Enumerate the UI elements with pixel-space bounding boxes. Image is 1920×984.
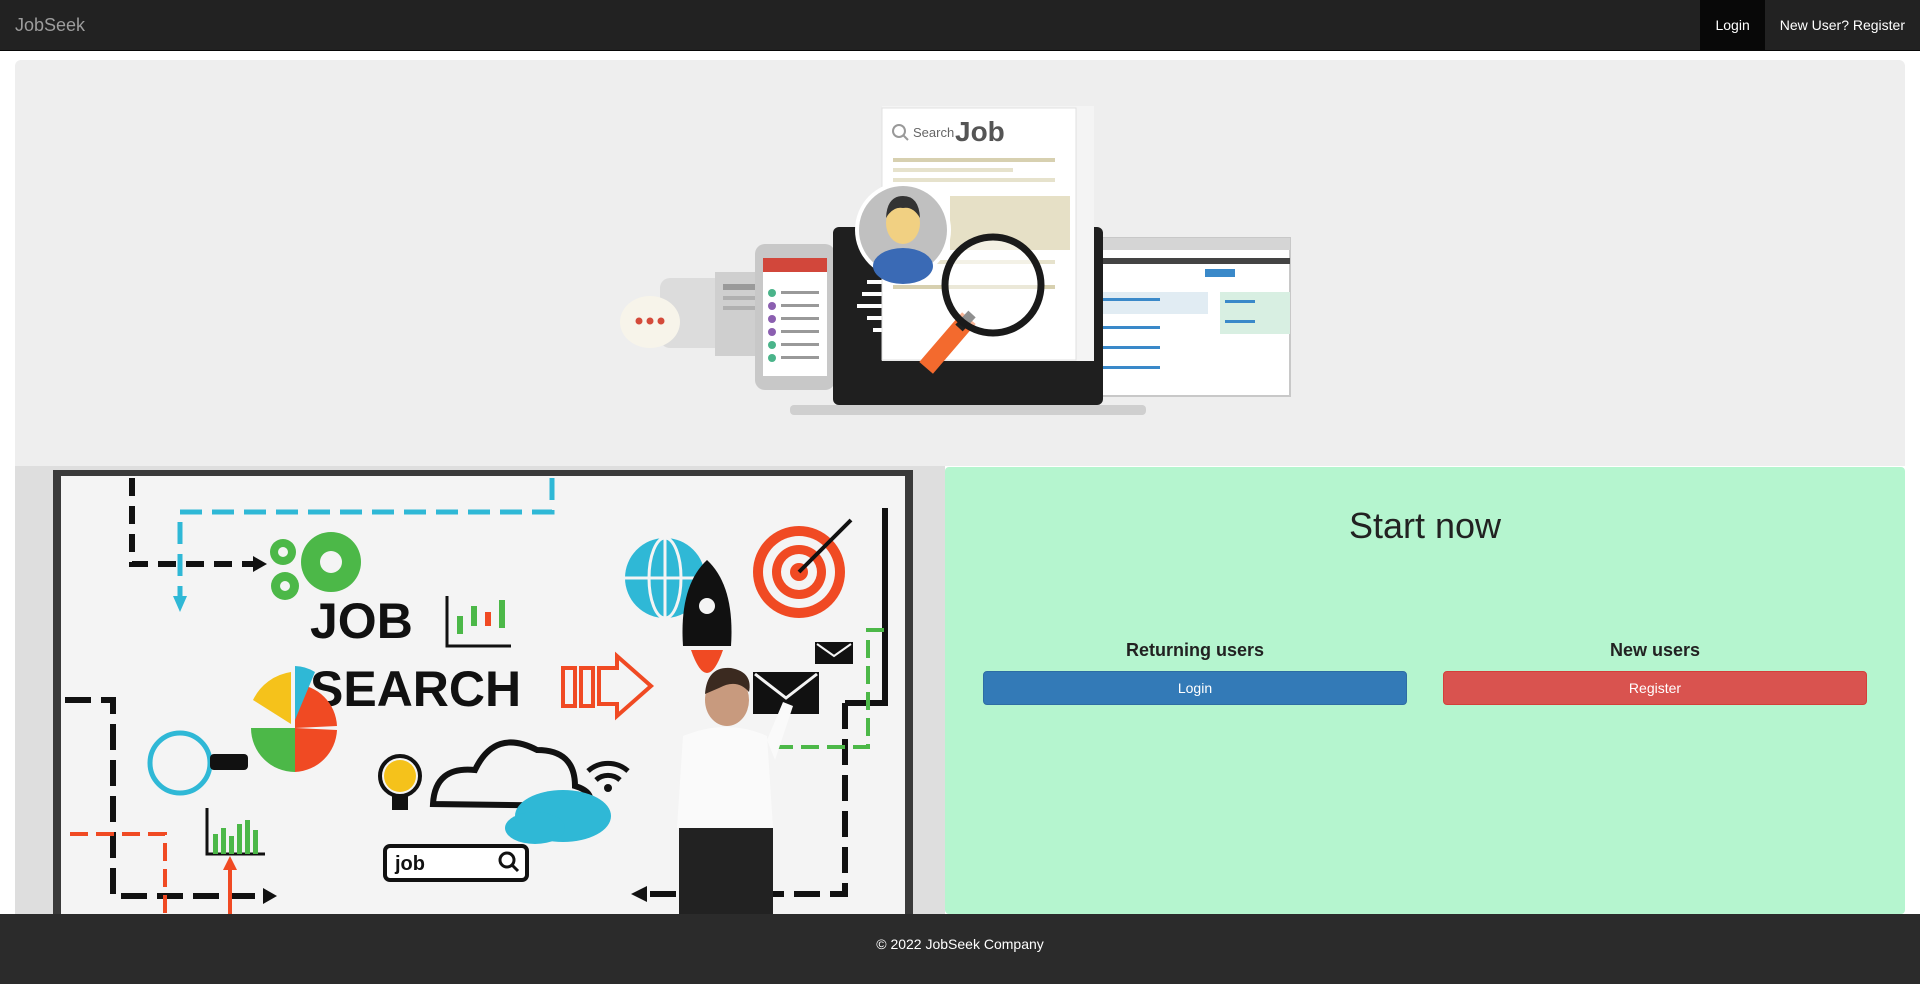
job-search-illustration: Search Job bbox=[620, 106, 1291, 415]
hero-banner: Search Job bbox=[15, 60, 1905, 466]
board-job-text: JOB bbox=[310, 593, 413, 649]
whiteboard-illustration: JOB SEARCH job bbox=[15, 466, 945, 914]
footer-copyright: © 2022 JobSeek Company bbox=[876, 936, 1044, 952]
new-users-section: New users Register bbox=[1443, 640, 1867, 705]
start-now-title: Start now bbox=[1348, 505, 1502, 546]
hero-search-word: Search bbox=[913, 125, 954, 140]
returning-users-section: Returning users Login bbox=[983, 640, 1407, 705]
phone-icon bbox=[755, 244, 835, 390]
browser-window-icon bbox=[1087, 237, 1291, 397]
top-navbar: JobSeek Login New User? Register bbox=[0, 0, 1920, 51]
new-users-heading: New users bbox=[1609, 640, 1701, 660]
returning-users-heading: Returning users bbox=[1125, 640, 1265, 660]
register-button[interactable]: Register bbox=[1443, 671, 1867, 705]
board-search-box-text: job bbox=[394, 853, 425, 875]
nav-login-link[interactable]: Login bbox=[1700, 0, 1765, 50]
nav-register-link[interactable]: New User? Register bbox=[1765, 0, 1920, 50]
start-now-panel: Start now Returning users Login New user… bbox=[945, 467, 1905, 914]
job-search-board-image: JOB SEARCH job bbox=[15, 466, 945, 914]
search-box-icon: job bbox=[383, 844, 529, 882]
brand-logo[interactable]: JobSeek bbox=[15, 0, 85, 50]
board-search-text: SEARCH bbox=[310, 661, 521, 717]
page-footer: © 2022 JobSeek Company bbox=[0, 914, 1920, 984]
login-button[interactable]: Login bbox=[983, 671, 1407, 705]
nav-links: Login New User? Register bbox=[1700, 0, 1920, 50]
hero-job-word: Job bbox=[955, 116, 1005, 147]
